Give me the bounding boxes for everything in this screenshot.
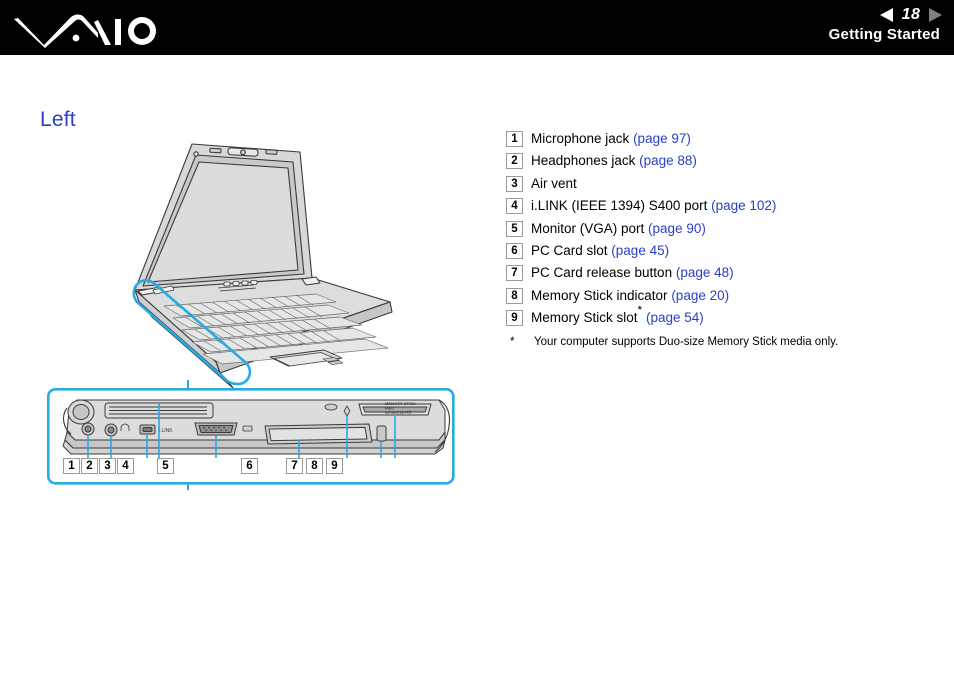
callout-number-8: 8	[506, 287, 523, 304]
callout-label-4: i.LINK (IEEE 1394) S400 port	[531, 198, 708, 214]
callout-label-3: Air vent	[531, 175, 577, 191]
detail-number-3: 3	[99, 458, 116, 474]
callout-page-ref-9[interactable]: (page 54)	[646, 310, 704, 325]
vaio-logo	[14, 7, 174, 49]
detail-number-8: 8	[306, 458, 323, 474]
callout-label-5: Monitor (VGA) port	[531, 220, 645, 236]
callout-number-9: 9	[506, 310, 523, 327]
callout-number-6: 6	[506, 242, 523, 259]
callout-item-3: 3 Air vent	[506, 175, 926, 192]
page-title: Left	[40, 108, 76, 132]
callout-page-ref-8[interactable]: (page 20)	[671, 288, 729, 303]
detail-number-5: 5	[157, 458, 174, 474]
callout-label-6: PC Card slot	[531, 242, 608, 258]
callout-item-2: 2 Headphones jack (page 88)	[506, 153, 926, 170]
previous-page-arrow-icon[interactable]	[880, 8, 893, 22]
callout-page-ref-7[interactable]: (page 48)	[676, 265, 734, 280]
detail-number-6: 6	[241, 458, 258, 474]
detail-number-4: 4	[117, 458, 134, 474]
callout-label-8: Memory Stick indicator	[531, 287, 668, 303]
callout-label-7: PC Card release button	[531, 265, 673, 281]
callout-item-9: 9 Memory Stick slot * (page 54)	[506, 304, 926, 327]
callout-number-3: 3	[506, 175, 523, 192]
section-title: Getting Started	[828, 26, 940, 43]
callout-item-1: 1 Microphone jack (page 97)	[506, 131, 926, 147]
callout-item-6: 6 PC Card slot (page 45)	[506, 242, 926, 259]
callout-list: 1 Microphone jack (page 97) 2 Headphones…	[506, 131, 926, 348]
page-header: 18 Getting Started	[0, 0, 954, 55]
footnote: * Your computer supports Duo-size Memory…	[506, 336, 926, 348]
ilink-port-label: i.LINK	[159, 428, 173, 434]
callout-item-4: 4 i.LINK (IEEE 1394) S400 port (page 102…	[506, 198, 926, 215]
callout-number-2: 2	[506, 153, 523, 170]
callout-number-7: 7	[506, 265, 523, 282]
page-number: 18	[901, 6, 921, 23]
footnote-text: Your computer supports Duo-size Memory S…	[534, 336, 839, 349]
callout-page-ref-6[interactable]: (page 45)	[611, 243, 669, 258]
callout-number-4: 4	[506, 198, 523, 215]
next-page-arrow-icon[interactable]	[929, 8, 942, 22]
callout-item-8: 8 Memory Stick indicator (page 20)	[506, 287, 926, 304]
callout-page-ref-1[interactable]: (page 97)	[633, 131, 691, 146]
detail-callout-numbers: 1 2 3 4 5 6 7 8 9	[47, 458, 455, 480]
callout-number-1: 1	[506, 131, 523, 147]
detail-number-2: 2	[81, 458, 98, 474]
page-navigation[interactable]: 18	[880, 4, 942, 26]
callout-page-ref-2[interactable]: (page 88)	[639, 153, 697, 168]
callout-label-1: Microphone jack	[531, 131, 630, 146]
callout-page-ref-5[interactable]: (page 90)	[648, 221, 706, 236]
callout-number-5: 5	[506, 220, 523, 237]
svg-text:MAGICGATE: MAGICGATE	[385, 410, 413, 415]
callout-item-5: 5 Monitor (VGA) port (page 90)	[506, 220, 926, 237]
callout-page-ref-4[interactable]: (page 102)	[711, 198, 776, 213]
callout-item-7: 7 PC Card release button (page 48)	[506, 265, 926, 282]
detail-number-7: 7	[286, 458, 303, 474]
detail-number-9: 9	[326, 458, 343, 474]
callout-label-9: Memory Stick slot	[531, 310, 638, 326]
callout-label-2: Headphones jack	[531, 153, 636, 169]
detail-number-1: 1	[63, 458, 80, 474]
footnote-mark: *	[510, 336, 515, 349]
